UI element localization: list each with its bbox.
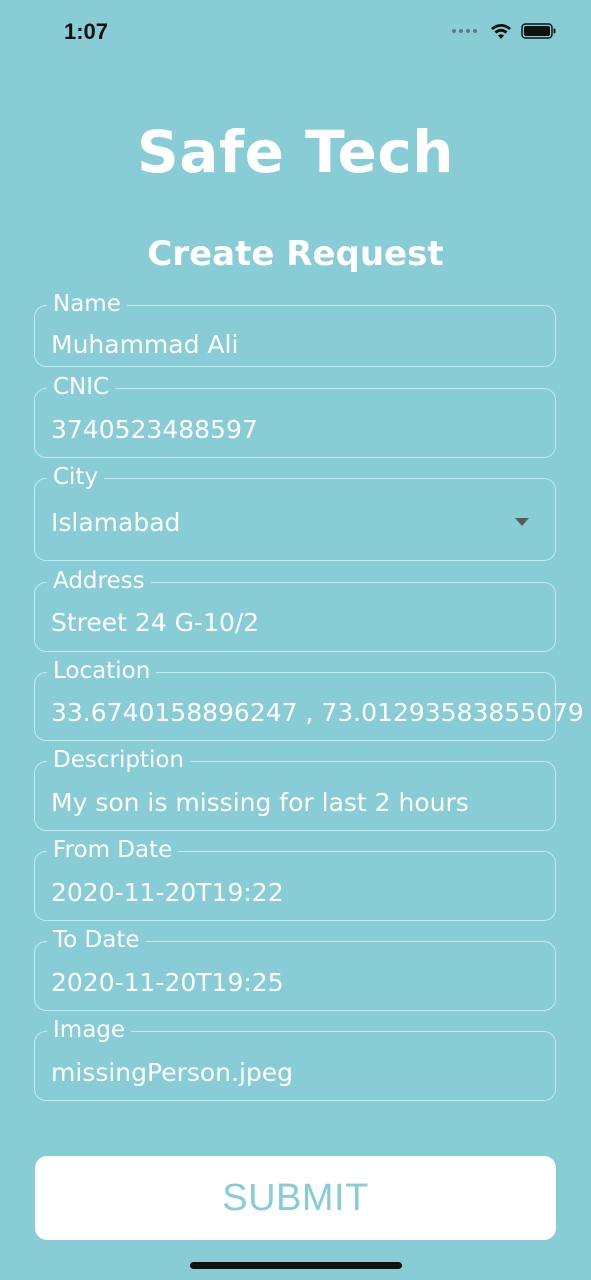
- dropdown-arrow-icon[interactable]: [515, 518, 529, 526]
- description-field[interactable]: Description My son is missing for last 2…: [34, 746, 556, 831]
- from-date-field[interactable]: From Date 2020-11-20T19:22: [34, 836, 556, 921]
- to-date-field-label: To Date: [47, 926, 146, 954]
- status-time: 1:07: [64, 19, 109, 44]
- description-field-value[interactable]: My son is missing for last 2 hours: [51, 788, 469, 818]
- image-field[interactable]: Image missingPerson.jpeg: [34, 1016, 556, 1101]
- address-field-value[interactable]: Street 24 G-10/2: [51, 608, 259, 638]
- app-title: Safe Tech: [136, 118, 455, 186]
- address-field[interactable]: Address Street 24 G-10/2: [34, 567, 556, 652]
- to-date-field[interactable]: To Date 2020-11-20T19:25: [34, 926, 556, 1011]
- location-field-value[interactable]: 33.6740158896247 , 73.01293583855079: [51, 698, 584, 728]
- page-title: Create Request: [147, 234, 444, 274]
- image-field-label: Image: [47, 1016, 132, 1044]
- city-select[interactable]: City Islamabad: [34, 463, 556, 561]
- from-date-field-label: From Date: [47, 836, 179, 864]
- cellular-signal-icon: [452, 29, 477, 33]
- cnic-field-value[interactable]: 3740523488597: [51, 415, 258, 445]
- image-field-value[interactable]: missingPerson.jpeg: [51, 1058, 293, 1088]
- status-bar: 1:07: [0, 0, 591, 66]
- wifi-icon: [491, 24, 511, 39]
- city-field-label: City: [47, 463, 105, 491]
- home-indicator[interactable]: [190, 1262, 402, 1269]
- status-icons: [452, 22, 557, 40]
- address-field-label: Address: [47, 567, 151, 595]
- cnic-field[interactable]: CNIC 3740523488597: [34, 373, 556, 458]
- cnic-field-label: CNIC: [47, 373, 116, 401]
- description-field-label: Description: [47, 746, 190, 774]
- location-field-label: Location: [47, 657, 157, 685]
- location-field[interactable]: Location 33.6740158896247 , 73.012935838…: [34, 657, 584, 741]
- city-field-value[interactable]: Islamabad: [51, 508, 180, 538]
- battery-icon: [521, 23, 556, 39]
- name-field[interactable]: Name Muhammad Ali: [34, 290, 556, 367]
- name-field-label: Name: [47, 290, 127, 318]
- submit-button[interactable]: SUBMIT: [35, 1156, 556, 1240]
- name-field-value[interactable]: Muhammad Ali: [51, 330, 238, 360]
- to-date-field-value[interactable]: 2020-11-20T19:25: [51, 968, 284, 998]
- from-date-field-value[interactable]: 2020-11-20T19:22: [51, 878, 284, 908]
